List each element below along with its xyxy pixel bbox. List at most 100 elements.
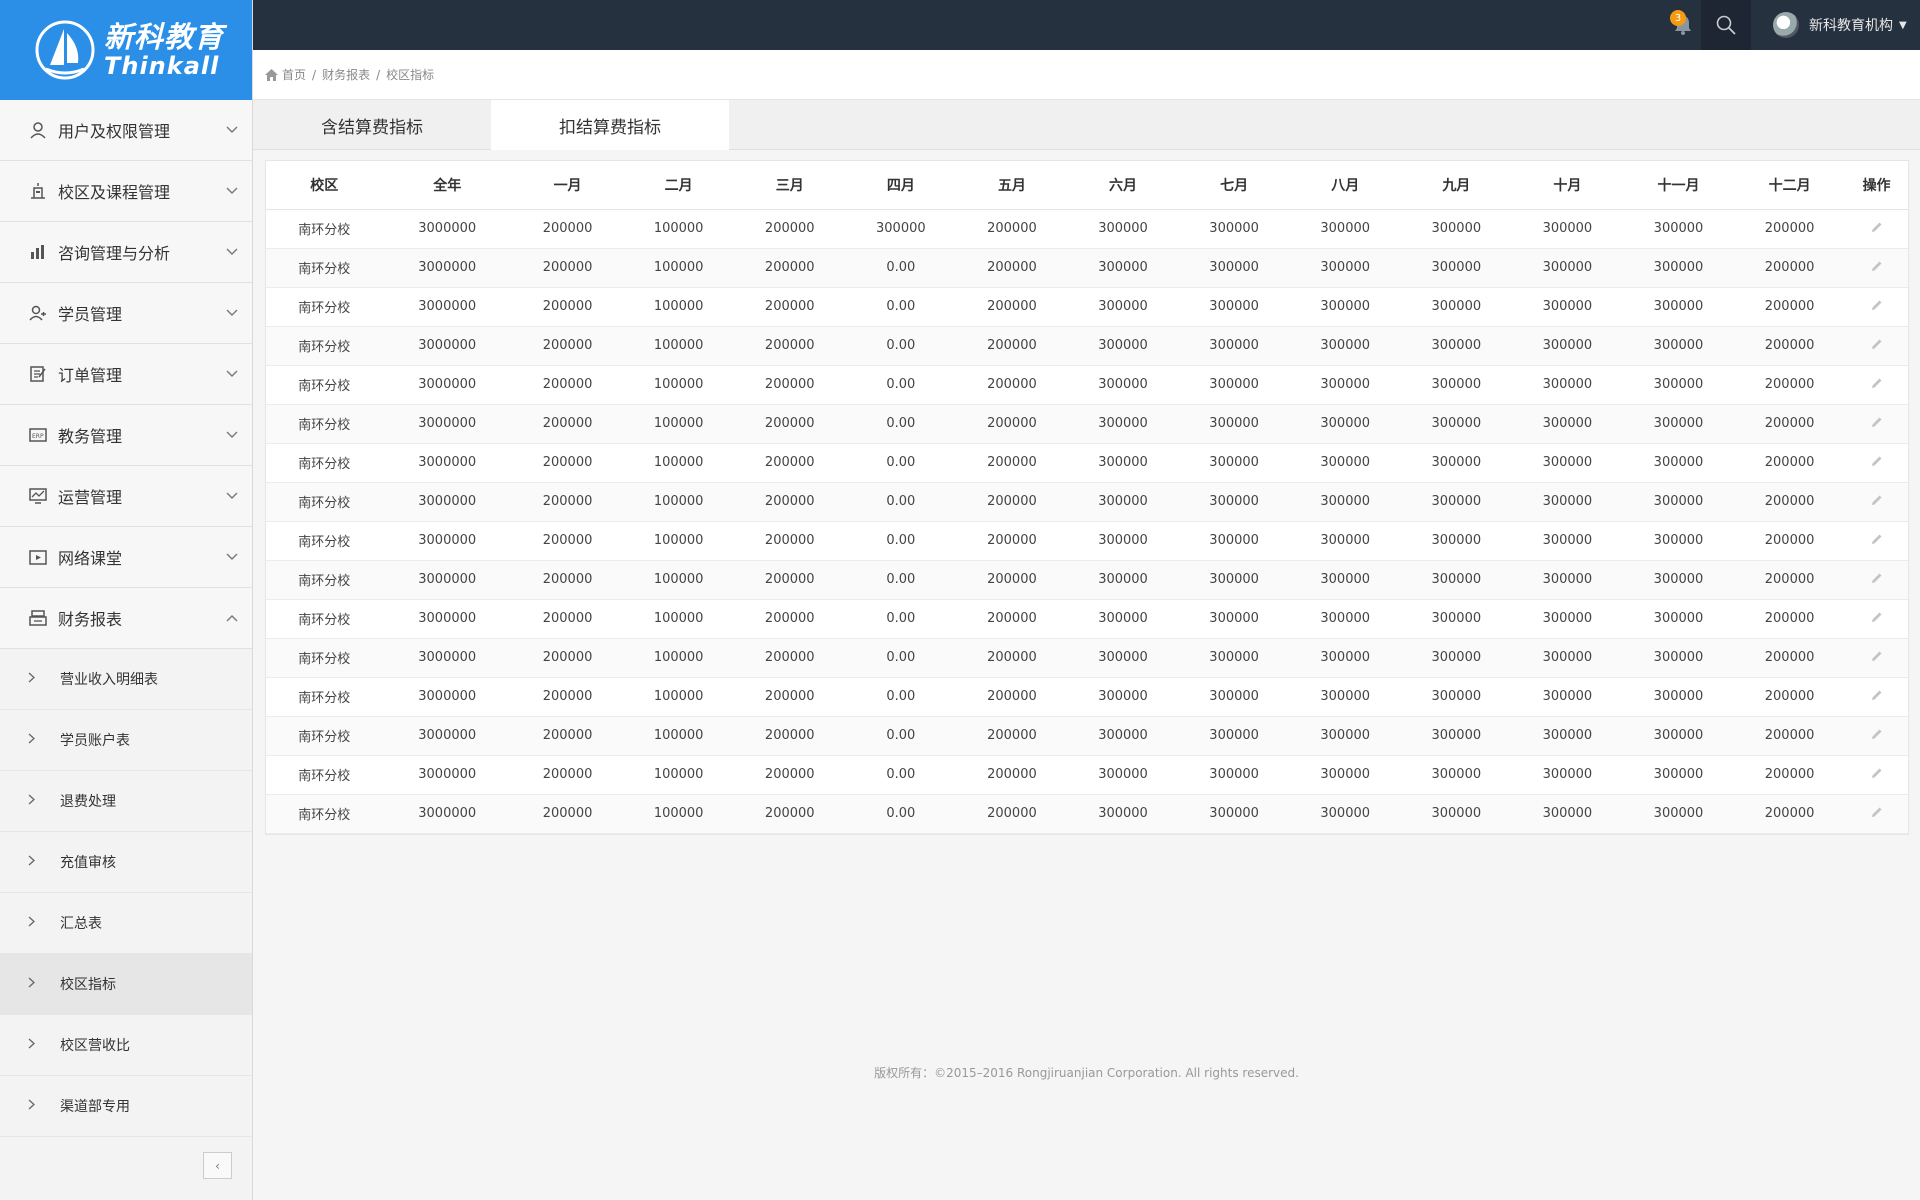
sidebar-item-7[interactable]: 网络课堂 <box>0 527 252 588</box>
table-cell: 300000 <box>1400 638 1512 678</box>
table-cell: 100000 <box>623 638 735 678</box>
table-cell: 300000 <box>1289 599 1401 639</box>
sidebar-item-1[interactable]: 校区及课程管理 <box>0 161 252 222</box>
pencil-icon[interactable] <box>1871 690 1883 705</box>
table-cell: 200000 <box>956 638 1068 678</box>
chevron-down-icon <box>212 248 252 256</box>
search-button[interactable] <box>1701 0 1751 50</box>
sidebar-subitem-0[interactable]: 营业收入明细表 <box>0 649 252 710</box>
sidebar-subitem-4[interactable]: 汇总表 <box>0 893 252 954</box>
pencil-icon[interactable] <box>1871 534 1883 549</box>
user-icon <box>28 120 48 140</box>
table-cell: 300000 <box>1622 287 1735 327</box>
pencil-icon[interactable] <box>1871 495 1883 510</box>
pencil-icon[interactable] <box>1871 339 1883 354</box>
pencil-icon[interactable] <box>1871 417 1883 432</box>
sidebar-subitem-5[interactable]: 校区指标 <box>0 954 252 1015</box>
top-navbar: 3 新科教育机构 ▼ <box>253 0 1920 50</box>
sidebar-subitem-label: 渠道部专用 <box>60 1099 130 1115</box>
sidebar-subitem-label: 退费处理 <box>60 794 116 810</box>
sidebar-item-6[interactable]: 运营管理 <box>0 466 252 527</box>
home-icon <box>265 68 278 81</box>
chevron-right-icon <box>28 1099 40 1113</box>
chevron-down-icon <box>212 309 252 317</box>
table-cell: 300000 <box>1400 755 1512 795</box>
table-cell: 0.00 <box>845 794 957 834</box>
table-cell: 300000 <box>1067 326 1179 366</box>
table-cell: 3000000 <box>382 560 513 600</box>
table-cell: 300000 <box>1067 560 1179 600</box>
table-cell: 100000 <box>623 716 735 756</box>
table-body: 南环分校 3000000 200000 100000 200000 300000 20000… <box>266 209 1908 834</box>
table-row: 南环分校 3000000 200000 100000 200000 0.00 200000 3… <box>266 443 1908 483</box>
chevron-right-icon <box>28 977 40 991</box>
sidebar-item-3[interactable]: 学员管理 <box>0 283 252 344</box>
video-icon <box>28 547 48 567</box>
table-cell: 南环分校 <box>266 287 383 327</box>
table-cell: 300000 <box>1178 443 1290 483</box>
table-cell: 200000 <box>956 326 1068 366</box>
pencil-icon[interactable] <box>1871 729 1883 744</box>
table-cell: 100000 <box>623 404 735 444</box>
svg-text:ERP: ERP <box>32 433 44 440</box>
table-cell: 300000 <box>1289 521 1401 561</box>
table-cell: 200000 <box>734 599 846 639</box>
sidebar-subitem-6[interactable]: 校区营收比 <box>0 1015 252 1076</box>
chevron-right-icon <box>28 916 40 930</box>
breadcrumb-separator: / <box>312 67 317 82</box>
sidebar-item-8[interactable]: 财务报表 <box>0 588 252 649</box>
brand-name-cn: 新科教育 <box>104 19 225 54</box>
pencil-icon[interactable] <box>1871 456 1883 471</box>
table-row: 南环分校 3000000 200000 100000 200000 0.00 200000 3… <box>266 248 1908 288</box>
pencil-icon[interactable] <box>1871 261 1883 276</box>
table-row: 南环分校 3000000 200000 100000 200000 0.00 200000 3… <box>266 482 1908 522</box>
table-cell: 100000 <box>623 560 735 600</box>
pencil-icon[interactable] <box>1871 612 1883 627</box>
pencil-icon[interactable] <box>1871 807 1883 822</box>
table-cell-action <box>1845 794 1908 834</box>
search-icon <box>1716 15 1736 35</box>
table-cell: 南环分校 <box>266 677 383 717</box>
breadcrumb-home[interactable]: 首页 <box>282 66 306 83</box>
table-cell: 0.00 <box>845 521 957 561</box>
sidebar-subitem-3[interactable]: 充值审核 <box>0 832 252 893</box>
sidebar-item-label: 校区及课程管理 <box>58 183 171 202</box>
breadcrumb-finance[interactable]: 财务报表 <box>322 66 370 83</box>
table-cell-action <box>1845 677 1908 717</box>
pencil-icon[interactable] <box>1871 651 1883 666</box>
pencil-icon[interactable] <box>1871 222 1883 237</box>
brand-logo[interactable]: 新科教育 Thinkall <box>0 0 252 100</box>
sidebar-subitem-2[interactable]: 退费处理 <box>0 771 252 832</box>
tab-with-settlement[interactable]: 含结算费指标 <box>253 100 491 150</box>
sidebar-collapse-button[interactable]: ‹ <box>203 1152 232 1179</box>
sidebar-item-5[interactable]: ERP 教务管理 <box>0 405 252 466</box>
table-cell: 300000 <box>1400 482 1512 522</box>
table-row: 南环分校 3000000 200000 100000 200000 0.00 200000 3… <box>266 599 1908 639</box>
table-row: 南环分校 3000000 200000 100000 200000 0.00 200000 3… <box>266 521 1908 561</box>
table-cell: 200000 <box>956 755 1068 795</box>
tab-without-settlement[interactable]: 扣结算费指标 <box>491 100 729 150</box>
sidebar-item-4[interactable]: 订单管理 <box>0 344 252 405</box>
table-cell: 300000 <box>1511 443 1623 483</box>
sidebar-subitem-1[interactable]: 学员账户表 <box>0 710 252 771</box>
user-menu[interactable]: 新科教育机构 ▼ <box>1773 0 1907 50</box>
pencil-icon[interactable] <box>1871 378 1883 393</box>
table-cell: 南环分校 <box>266 326 383 366</box>
sidebar-item-2[interactable]: 咨询管理与分析 <box>0 222 252 283</box>
table-cell: 200000 <box>512 248 624 288</box>
table-cell: 3000000 <box>382 482 513 522</box>
sidebar-item-0[interactable]: 用户及权限管理 <box>0 100 252 161</box>
table-cell: 200000 <box>512 638 624 678</box>
table-cell: 200000 <box>1734 677 1846 717</box>
table-cell: 3000000 <box>382 599 513 639</box>
table-cell: 南环分校 <box>266 209 383 249</box>
sidebar-subitem-7[interactable]: 渠道部专用 <box>0 1076 252 1137</box>
table-cell: 3000000 <box>382 677 513 717</box>
pencil-icon[interactable] <box>1871 300 1883 315</box>
table-cell-action <box>1845 482 1908 522</box>
table-cell: 300000 <box>1289 755 1401 795</box>
pencil-icon[interactable] <box>1871 768 1883 783</box>
table-cell: 200000 <box>734 209 846 249</box>
pencil-icon[interactable] <box>1871 573 1883 588</box>
table-cell: 200000 <box>1734 404 1846 444</box>
